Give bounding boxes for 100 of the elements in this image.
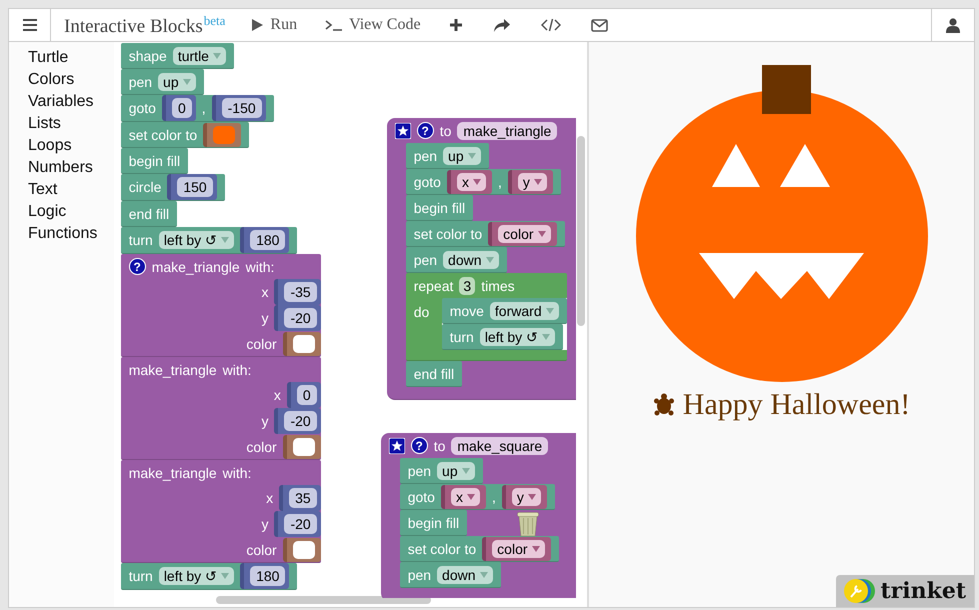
name-field[interactable]: make_triangle [457, 122, 558, 140]
toolbox-category[interactable]: Loops [28, 135, 72, 157]
block-label: set color to [128, 126, 198, 144]
help-button[interactable]: ? [410, 437, 428, 454]
turtle-block[interactable]: move forward [442, 298, 567, 324]
toolbox-category[interactable]: Text [28, 179, 58, 201]
block-label: color [246, 438, 277, 456]
variable-block[interactable]: color [488, 222, 557, 246]
number-field[interactable]: 3 [459, 276, 476, 294]
block-label: , [202, 99, 206, 117]
number-block[interactable]: 0 [286, 382, 321, 408]
turtle-block[interactable]: turn left by ↺ [442, 324, 564, 350]
variable-block[interactable]: x [446, 170, 492, 194]
number-field[interactable]: 180 [250, 566, 286, 586]
help-button[interactable]: ? [128, 258, 146, 275]
toolbox-category[interactable]: Colors [28, 69, 74, 91]
name-field[interactable]: make_square [451, 436, 548, 454]
variable-block[interactable]: y [502, 484, 547, 508]
number-field[interactable]: -20 [284, 411, 317, 431]
turtle-block[interactable]: pen up [406, 143, 489, 169]
trinket-badge[interactable]: trinket [836, 575, 974, 607]
run-button[interactable]: Run [243, 12, 304, 38]
number-block[interactable]: 180 [240, 563, 290, 589]
dropdown-field[interactable]: up [443, 146, 481, 164]
variable-dropdown[interactable]: x [450, 488, 480, 506]
number-field[interactable]: 180 [250, 230, 286, 250]
dropdown-field[interactable]: down [437, 566, 493, 584]
toolbox-category[interactable]: Logic [28, 201, 66, 223]
number-block[interactable]: -20 [274, 511, 321, 537]
dropdown-field[interactable]: left by ↺ [158, 231, 234, 249]
turtle-block[interactable]: pen down [400, 562, 501, 588]
turtle-block[interactable]: pen down [406, 247, 507, 273]
variable-dropdown[interactable]: x [456, 172, 486, 190]
variable-dropdown[interactable]: color [492, 540, 545, 558]
dropdown-field[interactable]: turtle [172, 46, 226, 64]
number-block[interactable]: 0 [162, 95, 196, 121]
dropdown-field[interactable]: up [158, 72, 196, 90]
variable-dropdown[interactable]: color [498, 224, 551, 242]
number-field[interactable]: 0 [172, 98, 192, 118]
number-block[interactable]: -20 [274, 305, 321, 331]
toolbox-category[interactable]: Numbers [28, 157, 93, 179]
number-block[interactable]: -20 [274, 408, 321, 434]
number-field[interactable]: 35 [289, 488, 317, 508]
block-label: pen [414, 250, 438, 268]
variable-dropdown[interactable]: y [512, 488, 541, 506]
turtle-block[interactable]: shape turtle [120, 43, 234, 69]
block-label: make_triangle [152, 258, 240, 276]
number-block[interactable]: -35 [274, 279, 321, 305]
turtle-block[interactable]: pen up [400, 458, 483, 484]
number-field[interactable]: -20 [284, 308, 317, 328]
block-label: y [261, 515, 268, 533]
number-field[interactable]: -35 [284, 282, 317, 302]
brand-name: trinket [880, 578, 966, 604]
output-caption: Happy Halloween! [682, 388, 910, 422]
block-label: move [450, 302, 484, 320]
view-code-button[interactable]: View Code [318, 12, 428, 38]
block-label: turn [128, 567, 153, 585]
toolbox-category[interactable]: Turtle [28, 47, 68, 69]
block-label: set color to [414, 224, 482, 242]
block-label: color [246, 540, 277, 558]
turtle-block[interactable]: turn left by ↺ 180 [120, 227, 298, 254]
dropdown-field[interactable]: up [437, 462, 475, 480]
block-label: with: [246, 258, 274, 276]
dropdown-field[interactable]: down [443, 250, 499, 268]
number-field[interactable]: -20 [284, 514, 317, 534]
toolbox-category[interactable]: Functions [28, 223, 98, 245]
turtle-block[interactable]: goto 0 , -150 [120, 95, 274, 122]
number-field[interactable]: -150 [222, 98, 262, 118]
help-button[interactable]: ? [416, 122, 434, 139]
number-field[interactable]: 0 [296, 385, 317, 405]
number-field[interactable]: 150 [177, 177, 213, 197]
number-block[interactable]: 180 [240, 227, 290, 253]
toolbox-category[interactable]: Lists [28, 113, 61, 135]
number-block[interactable]: -150 [212, 95, 266, 121]
block-label: begin fill [128, 152, 180, 170]
variable-dropdown[interactable]: y [518, 172, 547, 190]
app-title: Interactive Blocks$^{beta}$ [64, 12, 226, 38]
turtle-block[interactable]: set color to color [406, 221, 565, 247]
variable-block[interactable]: y [508, 170, 553, 194]
turtle-block[interactable]: circle 150 [120, 174, 225, 201]
block-label: turn [450, 328, 474, 346]
turtle-block[interactable]: turn left by ↺ 180 [120, 563, 298, 590]
turtle-block[interactable]: goto x , y [406, 169, 561, 195]
procedure-definition-block[interactable]: ? to make_triangle pen up goto x , y begin fill set color to color pen down repeat 3 times do move forward turn left by ↺ end fill [386, 118, 576, 400]
number-block[interactable]: 150 [167, 174, 217, 200]
block-label: pen [414, 146, 438, 164]
block-label: begin fill [408, 514, 460, 532]
block-label: to [440, 122, 452, 140]
dropdown-field[interactable]: left by ↺ [158, 567, 234, 585]
variable-block[interactable]: color [482, 536, 551, 560]
toolbox-category[interactable]: Variables [28, 91, 94, 113]
variable-block[interactable]: x [440, 484, 486, 508]
turtle-block[interactable]: goto x , y [400, 484, 555, 510]
number-block[interactable]: 35 [279, 485, 321, 511]
dropdown-field[interactable]: forward [490, 302, 559, 320]
repeat-block[interactable]: repeat 3 times do move forward turn left by ↺ [406, 273, 567, 361]
procedure-definition-block[interactable]: ? to make_square pen up goto x , y begin fill set color to color pen down [380, 433, 576, 598]
turtle-block[interactable]: set color to color [400, 536, 559, 562]
dropdown-field[interactable]: left by ↺ [480, 328, 556, 346]
turtle-block[interactable]: pen up [120, 69, 204, 95]
